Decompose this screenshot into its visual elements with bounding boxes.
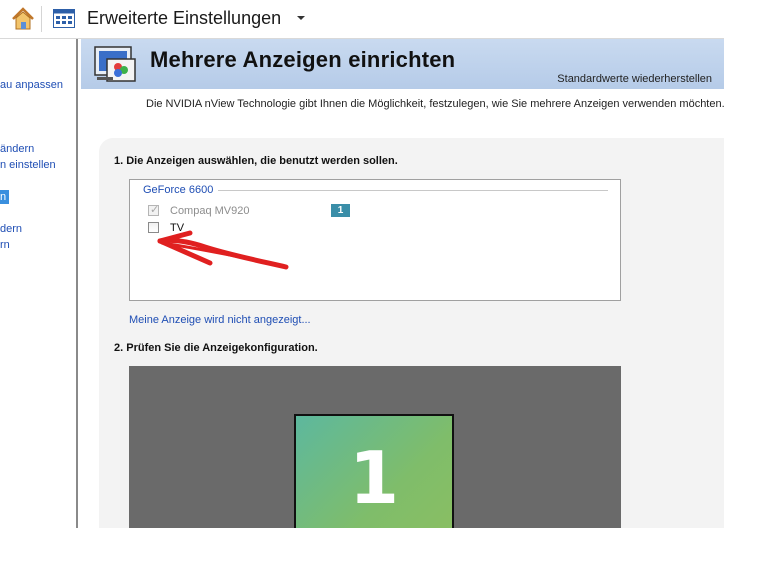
step2-heading: 2. Prüfen Sie die Anzeigekonfiguration.: [114, 342, 318, 354]
sidebar-item-4[interactable]: dern: [0, 223, 22, 235]
restore-defaults-link[interactable]: Standardwerte wiederherstellen: [557, 73, 712, 85]
monitor-number: 1: [348, 436, 400, 520]
display-not-shown-link[interactable]: Meine Anzeige wird nicht angezeigt...: [129, 314, 311, 326]
sidebar-item-0[interactable]: au anpassen: [0, 79, 63, 91]
chevron-down-icon[interactable]: [297, 16, 305, 20]
sidebar-item-1[interactable]: ändern: [0, 143, 34, 155]
red-arrow-annotation: [157, 230, 289, 270]
step1-heading: 1. Die Anzeigen auswählen, die benutzt w…: [114, 155, 398, 167]
gpu-name: GeForce 6600: [143, 184, 218, 196]
sidebar-item-2[interactable]: n einstellen: [0, 159, 56, 171]
display-1-label: Compaq MV920: [170, 205, 250, 217]
page-title: Mehrere Anzeigen einrichten: [150, 47, 456, 72]
monitor-1[interactable]: 1: [294, 414, 454, 528]
group-divider: [218, 190, 608, 191]
home-icon[interactable]: [10, 6, 36, 32]
sidebar-item-5[interactable]: rn: [0, 239, 10, 251]
display-number-badge: 1: [331, 204, 350, 217]
checkbox-display-1: [148, 203, 159, 216]
multiple-displays-icon: [94, 46, 136, 82]
nvidia-control-panel: Erweiterte Einstellungen au anpassen änd…: [0, 0, 724, 528]
sidebar-item-selected[interactable]: n: [0, 190, 9, 204]
intro-text: Die NVIDIA nView Technologie gibt Ihnen …: [146, 98, 724, 110]
sidebar: au anpassen ändern n einstellen n dern r…: [0, 39, 78, 528]
display-configuration-area[interactable]: 1: [129, 366, 621, 528]
view-menu-title[interactable]: Erweiterte Einstellungen: [87, 8, 281, 29]
tasks-grid-icon[interactable]: [53, 9, 75, 28]
toolbar: Erweiterte Einstellungen: [0, 0, 724, 39]
page-header: Mehrere Anzeigen einrichten Standardwert…: [81, 39, 724, 89]
toolbar-separator: [41, 6, 42, 32]
